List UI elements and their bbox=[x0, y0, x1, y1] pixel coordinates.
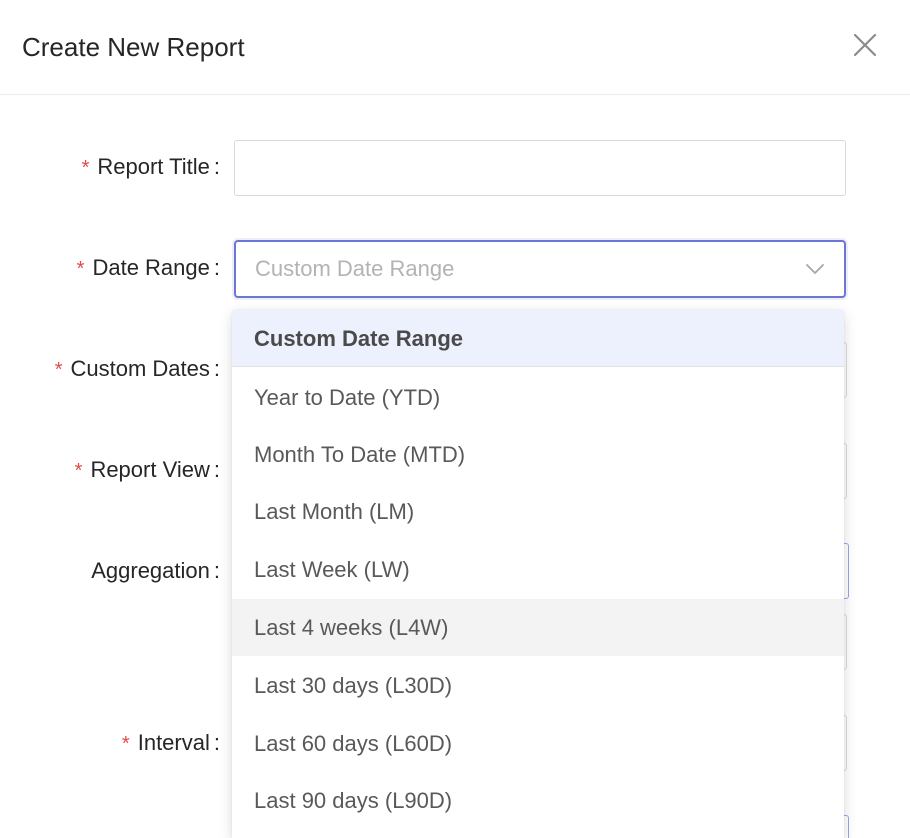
date-range-label: * Date Range: bbox=[77, 253, 220, 284]
close-button[interactable] bbox=[848, 28, 882, 62]
label-colon: : bbox=[213, 356, 220, 381]
required-mark: * bbox=[74, 460, 83, 482]
label-colon: : bbox=[213, 558, 220, 583]
dropdown-option[interactable]: Last 30 days (L30D) bbox=[232, 657, 844, 714]
report-view-label-text: Report View bbox=[90, 457, 210, 482]
dropdown-option[interactable]: Last 90 days (L90D) bbox=[232, 772, 844, 829]
dropdown-option[interactable]: Month To Date (MTD) bbox=[232, 426, 844, 483]
date-range-dropdown: Custom Date Range Year to Date (YTD) Mon… bbox=[232, 310, 844, 838]
modal-title: Create New Report bbox=[22, 32, 245, 62]
aggregation-label-text: Aggregation bbox=[91, 558, 210, 583]
dropdown-option[interactable]: Custom Date Range bbox=[232, 310, 844, 367]
dropdown-option[interactable]: Last Week (LW) bbox=[232, 541, 844, 598]
interval-label-text: Interval bbox=[137, 730, 210, 755]
dropdown-option[interactable]: Last 60 days (L60D) bbox=[232, 715, 844, 772]
label-colon: : bbox=[213, 255, 220, 280]
chevron-down-icon bbox=[806, 264, 824, 274]
label-colon: : bbox=[213, 730, 220, 755]
close-icon bbox=[853, 33, 877, 57]
date-range-label-text: Date Range bbox=[92, 255, 210, 280]
required-mark: * bbox=[81, 157, 90, 179]
custom-dates-label: * Custom Dates: bbox=[55, 354, 220, 385]
label-colon: : bbox=[213, 154, 220, 179]
report-view-label: * Report View: bbox=[75, 455, 220, 486]
label-colon: : bbox=[213, 457, 220, 482]
report-title-label: * Report Title: bbox=[82, 152, 220, 183]
date-range-placeholder: Custom Date Range bbox=[255, 256, 455, 281]
report-title-input[interactable] bbox=[234, 140, 846, 196]
dropdown-option[interactable]: Year to Date (YTD) bbox=[232, 369, 844, 426]
required-mark: * bbox=[54, 359, 63, 381]
required-mark: * bbox=[76, 258, 85, 280]
aggregation-label: Aggregation: bbox=[91, 556, 220, 586]
required-mark: * bbox=[121, 733, 130, 755]
modal-header: Create New Report bbox=[0, 0, 910, 95]
custom-dates-label-text: Custom Dates bbox=[70, 356, 210, 381]
create-report-modal: Create New Report * Report Title: * Date R… bbox=[0, 0, 910, 838]
report-title-label-text: Report Title bbox=[97, 154, 210, 179]
dropdown-option[interactable]: Last Month (LM) bbox=[232, 483, 844, 540]
interval-label: * Interval: bbox=[122, 728, 220, 759]
date-range-select[interactable]: Custom Date Range bbox=[234, 240, 846, 298]
dropdown-option[interactable]: Last 4 weeks (L4W) bbox=[232, 599, 844, 656]
